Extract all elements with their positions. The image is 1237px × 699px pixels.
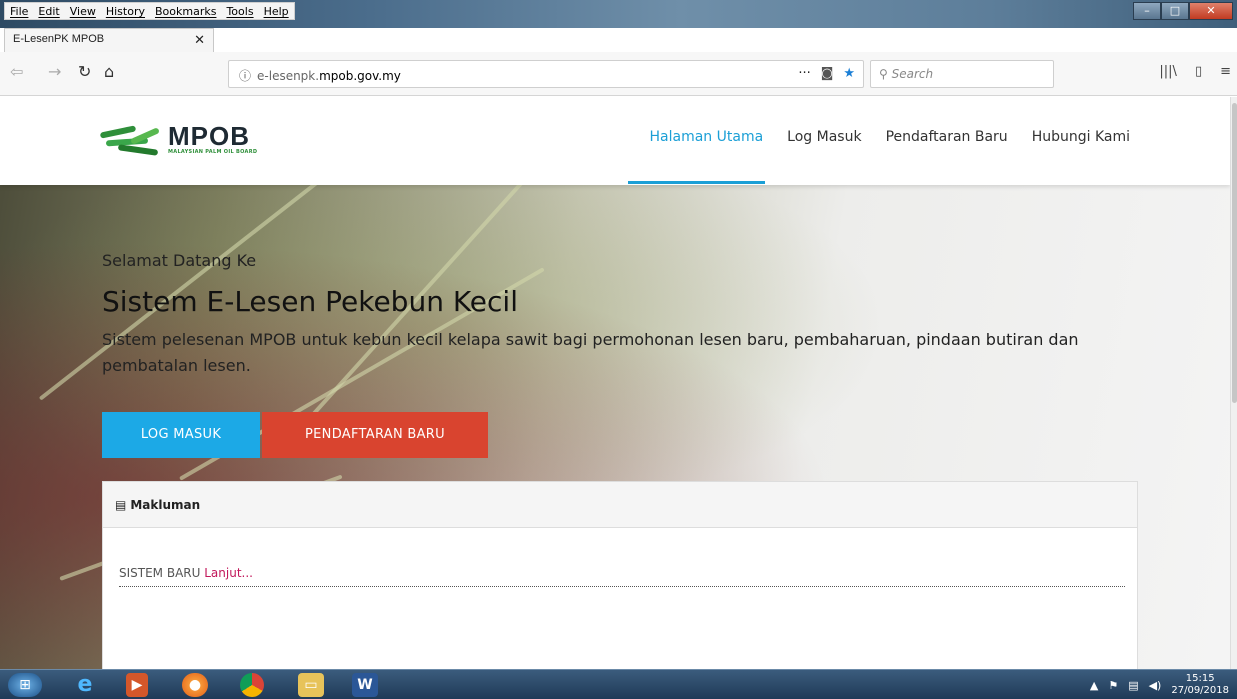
window-controls: – □ ✕ [1133, 2, 1233, 20]
network-icon[interactable]: ▤ [1128, 679, 1138, 692]
volume-icon[interactable]: ◀) [1149, 679, 1162, 692]
action-center-icon[interactable]: ⚑ [1108, 679, 1118, 692]
media-player-icon[interactable]: ▶ [126, 673, 148, 697]
notice-item: SISTEM BARU Lanjut... [103, 528, 1137, 580]
start-button[interactable]: ⊞ [8, 673, 42, 697]
main-nav: Halaman Utama Log Masuk Pendaftaran Baru… [650, 129, 1130, 145]
maximize-button[interactable]: □ [1161, 2, 1189, 20]
menu-history[interactable]: History [101, 3, 150, 19]
menu-view[interactable]: View [65, 3, 101, 19]
search-icon: ⚲ [879, 67, 888, 81]
toolbar-icons: |||\ ▯ ≡ [1159, 64, 1231, 79]
nav-pendaftaran-baru[interactable]: Pendaftaran Baru [886, 129, 1008, 145]
menu-tools[interactable]: Tools [221, 3, 258, 19]
reload-button[interactable]: ↻ [78, 62, 91, 81]
back-button[interactable]: ⇦ [10, 62, 23, 81]
clock-time: 15:15 [1185, 673, 1215, 684]
clock[interactable]: 15:15 27/09/2018 [1171, 673, 1229, 697]
page-scrollbar[interactable] [1230, 97, 1237, 669]
bookmark-star-icon[interactable]: ★ [843, 66, 855, 81]
home-button[interactable]: ⌂ [104, 62, 114, 81]
logo-subtitle: MALAYSIAN PALM OIL BOARD [168, 149, 258, 155]
menu-file[interactable]: File [5, 3, 33, 19]
pocket-icon[interactable]: ◙ [821, 66, 834, 81]
close-window-button[interactable]: ✕ [1189, 2, 1233, 20]
menu-bookmarks[interactable]: Bookmarks [150, 3, 221, 19]
nav-hubungi-kami[interactable]: Hubungi Kami [1032, 129, 1130, 145]
browser-tab[interactable]: E-LesenPK MPOB ✕ [4, 28, 214, 52]
chrome-icon[interactable] [240, 673, 264, 697]
tray-arrow-icon[interactable]: ▲ [1090, 679, 1098, 692]
search-placeholder: Search [891, 67, 934, 81]
menu-help[interactable]: Help [259, 3, 294, 19]
address-bar[interactable]: ⓘ e-lesenpk.mpob.gov.my ··· ◙ ★ [228, 60, 864, 88]
browser-toolbar: ⇦ → ↻ ⌂ ⓘ e-lesenpk.mpob.gov.my ··· ◙ ★ ⚲… [0, 52, 1237, 96]
active-nav-indicator [628, 181, 765, 184]
minimize-button[interactable]: – [1133, 2, 1161, 20]
login-button[interactable]: LOG MASUK [102, 412, 260, 458]
address-bar-icons: ··· ◙ ★ [798, 66, 855, 81]
forward-button[interactable]: → [48, 62, 61, 81]
info-icon[interactable]: ⓘ [239, 69, 251, 83]
scrollbar-thumb[interactable] [1232, 103, 1237, 403]
file-explorer-icon[interactable]: ▭ [298, 673, 324, 697]
page-title: Sistem E-Lesen Pekebun Kecil [102, 285, 518, 318]
menu-edit[interactable]: Edit [33, 3, 64, 19]
hamburger-menu-icon[interactable]: ≡ [1220, 64, 1231, 79]
sidebar-icon[interactable]: ▯ [1195, 64, 1202, 79]
windows-taskbar: ⊞ e ▶ ● ▭ W ▲ ⚑ ▤ ◀) 15:15 27/09/2018 [0, 669, 1237, 699]
nav-log-masuk[interactable]: Log Masuk [787, 129, 861, 145]
welcome-text: Selamat Datang Ke [102, 251, 257, 270]
site-header: MPOB MALAYSIAN PALM OIL BOARD Halaman Ut… [0, 97, 1230, 185]
notice-heading: Makluman [130, 497, 201, 512]
notice-panel-header: ▤ Makluman [103, 482, 1137, 528]
system-description: Sistem pelesenan MPOB untuk kebun kecil … [102, 330, 1079, 375]
palm-logo-icon [99, 119, 164, 159]
firefox-icon[interactable]: ● [182, 673, 208, 697]
library-icon[interactable]: |||\ [1159, 64, 1177, 79]
url-domain: mpob.gov.my [319, 69, 401, 83]
list-icon: ▤ [115, 497, 127, 512]
internet-explorer-icon[interactable]: e [70, 673, 100, 697]
mpob-logo[interactable]: MPOB MALAYSIAN PALM OIL BOARD [99, 119, 257, 159]
divider [119, 586, 1125, 587]
new-tab-button[interactable]: + [218, 28, 238, 52]
web-page: MPOB MALAYSIAN PALM OIL BOARD Halaman Ut… [0, 97, 1230, 669]
close-tab-icon[interactable]: ✕ [194, 32, 205, 48]
clock-date: 27/09/2018 [1171, 685, 1229, 696]
nav-halaman-utama[interactable]: Halaman Utama [650, 129, 764, 145]
notice-item-text: SISTEM BARU [119, 566, 201, 580]
system-tray: ▲ ⚑ ▤ ◀) 15:15 27/09/2018 [1090, 673, 1229, 697]
search-input[interactable]: ⚲ Search [870, 60, 1054, 88]
read-more-link[interactable]: Lanjut... [204, 566, 253, 580]
page-actions-icon[interactable]: ··· [798, 66, 810, 81]
logo-text: MPOB MALAYSIAN PALM OIL BOARD [168, 123, 257, 155]
url-prefix: e-lesenpk. [257, 69, 320, 83]
window-titlebar: File Edit View History Bookmarks Tools H… [0, 0, 1237, 28]
register-button[interactable]: PENDAFTARAN BARU [262, 412, 488, 458]
tab-title: E-LesenPK MPOB [13, 33, 105, 45]
notice-panel: ▤ Makluman SISTEM BARU Lanjut... [102, 481, 1138, 669]
menu-bar: File Edit View History Bookmarks Tools H… [4, 2, 295, 20]
word-icon[interactable]: W [352, 673, 378, 697]
logo-name: MPOB [168, 121, 250, 151]
